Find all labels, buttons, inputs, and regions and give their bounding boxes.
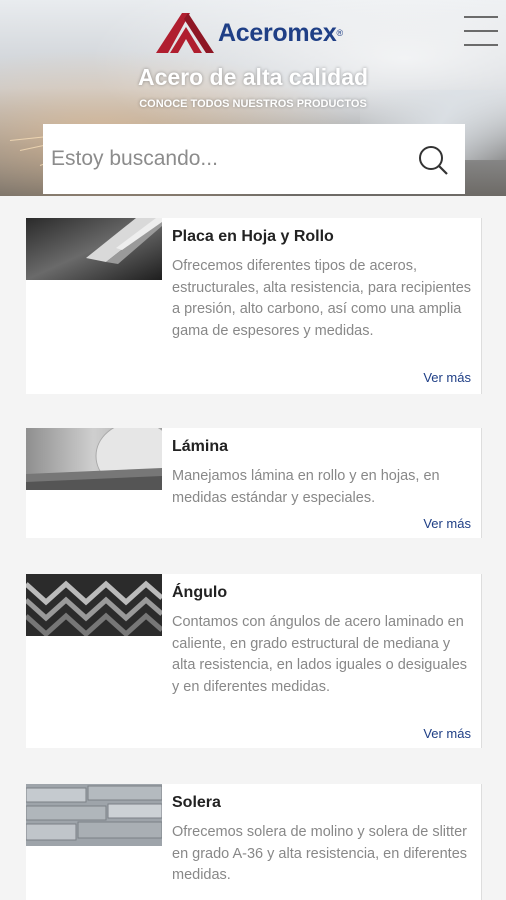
hero-title: Acero de alta calidad: [137, 64, 369, 90]
menu-line: [464, 16, 498, 18]
product-image-lamina: [26, 428, 162, 490]
product-title: Placa en Hoja y Rollo: [172, 228, 334, 245]
product-description: Contamos con ángulos de acero laminado e…: [172, 614, 468, 695]
brand-name: Aceromex: [218, 18, 337, 47]
aceromex-logo-icon: [156, 13, 214, 53]
product-card-angulo[interactable]: Ángulo Contamos con ángulos de acero lam…: [26, 574, 482, 748]
product-description: Ofrecemos diferentes tipos de aceros, es…: [172, 258, 472, 339]
menu-line: [464, 44, 498, 46]
brand-logo[interactable]: Aceromex ®: [156, 12, 343, 54]
product-image-placa: [26, 218, 162, 280]
search-icon[interactable]: [417, 144, 449, 176]
ver-mas-link[interactable]: Ver más: [423, 726, 471, 741]
hamburger-menu-button[interactable]: [462, 12, 500, 50]
product-image-solera: [26, 784, 162, 846]
product-card-solera[interactable]: Solera Ofrecemos solera de molino y sole…: [26, 784, 482, 900]
ver-mas-link[interactable]: Ver más: [423, 370, 471, 385]
product-card-lamina[interactable]: Lámina Manejamos lámina en rollo y en ho…: [26, 428, 482, 538]
menu-line: [464, 30, 498, 32]
product-card-placa[interactable]: Placa en Hoja y Rollo Ofrecemos diferent…: [26, 218, 482, 394]
ver-mas-link[interactable]: Ver más: [423, 516, 471, 531]
product-description: Manejamos lámina en rollo y en hojas, en…: [172, 468, 440, 506]
search-input[interactable]: [43, 139, 403, 179]
product-description: Ofrecemos solera de molino y solera de s…: [172, 824, 468, 884]
registered-mark: ®: [336, 28, 344, 38]
search-bar: [43, 124, 465, 194]
product-title: Lámina: [172, 438, 229, 455]
product-title: Solera: [172, 794, 221, 811]
product-title: Ángulo: [172, 584, 228, 601]
hero-subtitle: CONOCE TODOS NUESTROS PRODUCTOS: [139, 98, 367, 110]
product-image-angulo: [26, 574, 162, 636]
